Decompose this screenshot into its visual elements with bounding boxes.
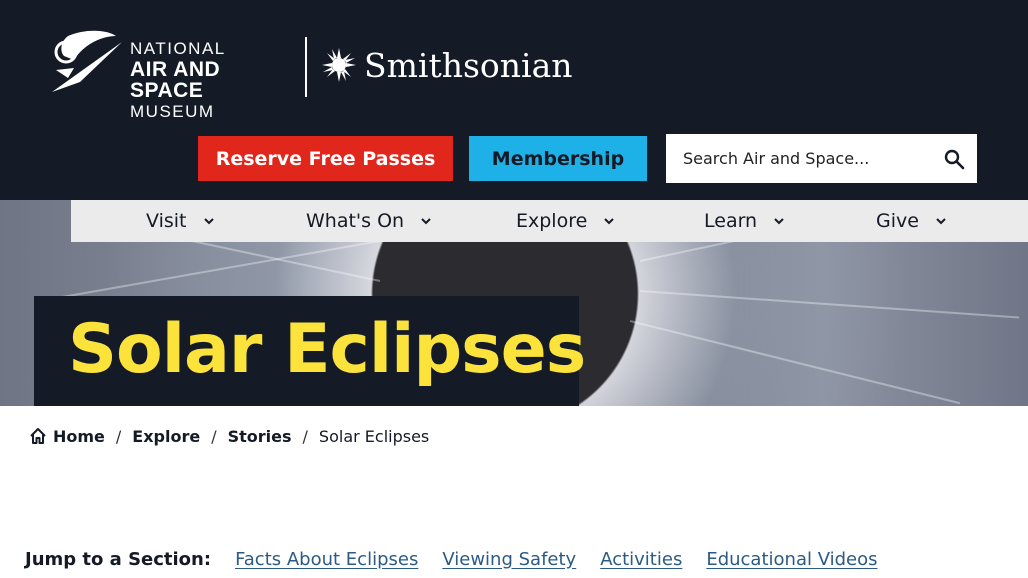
- breadcrumb: Home / Explore / Stories / Solar Eclipse…: [28, 424, 429, 448]
- nav-item-label: Learn: [704, 210, 758, 232]
- nav-item-give[interactable]: Give: [876, 200, 947, 242]
- nav-item-label: Explore: [516, 210, 588, 232]
- museum-logo-line3: MUSEUM: [130, 102, 215, 121]
- nav-item-label: Visit: [146, 210, 187, 232]
- nav-item-whats-on[interactable]: What's On: [306, 200, 432, 242]
- jump-link-educational-videos[interactable]: Educational Videos: [706, 549, 877, 570]
- jump-link-activities[interactable]: Activities: [600, 549, 682, 570]
- chevron-down-icon: [774, 218, 784, 225]
- jump-to-section: Jump to a Section: Facts About Eclipses …: [25, 546, 902, 572]
- breadcrumb-separator: /: [211, 426, 217, 446]
- nav-item-label: What's On: [306, 210, 405, 232]
- jump-label: Jump to a Section:: [25, 548, 212, 570]
- corona-streak: [629, 320, 961, 405]
- corona-streak: [639, 290, 1020, 319]
- breadcrumb-home[interactable]: Home: [53, 427, 105, 446]
- museum-wordmark: NATIONAL AIR AND SPACE MUSEUM: [130, 40, 290, 120]
- sunburst-icon: [322, 48, 356, 82]
- nav-item-label: Give: [876, 210, 919, 232]
- nav-item-learn[interactable]: Learn: [704, 200, 785, 242]
- breadcrumb-separator: /: [302, 426, 308, 446]
- main-nav: Visit What's On Explore Learn Give: [71, 200, 1028, 242]
- search-icon[interactable]: [942, 147, 966, 171]
- membership-button[interactable]: Membership: [469, 136, 647, 181]
- search-box: [666, 134, 977, 183]
- chevron-down-icon: [936, 218, 946, 225]
- page-title-box: Solar Eclipses: [34, 296, 586, 406]
- jump-link-viewing-safety[interactable]: Viewing Safety: [442, 549, 576, 570]
- nav-item-explore[interactable]: Explore: [516, 200, 615, 242]
- smithsonian-wordmark: Smithsonian: [364, 46, 573, 85]
- logo-divider: [305, 37, 307, 97]
- museum-logo-line1: NATIONAL: [130, 39, 226, 58]
- nav-item-visit[interactable]: Visit: [146, 200, 215, 242]
- chevron-down-icon: [203, 218, 214, 225]
- site-header: NATIONAL AIR AND SPACE MUSEUM Smithsonia…: [0, 0, 1028, 200]
- jump-link-facts[interactable]: Facts About Eclipses: [235, 549, 418, 570]
- breadcrumb-explore[interactable]: Explore: [132, 427, 200, 446]
- page-title: Solar Eclipses: [68, 310, 586, 389]
- chevron-down-icon: [421, 218, 431, 225]
- reserve-passes-button[interactable]: Reserve Free Passes: [198, 136, 453, 181]
- breadcrumb-separator: /: [115, 426, 122, 446]
- museum-logo[interactable]: NATIONAL AIR AND SPACE MUSEUM: [50, 30, 290, 120]
- chevron-down-icon: [604, 218, 615, 225]
- breadcrumb-current: Solar Eclipses: [318, 426, 430, 446]
- rocket-bird-icon: [52, 30, 122, 92]
- museum-logo-line2: AIR AND SPACE: [130, 58, 221, 102]
- search-input[interactable]: [667, 135, 935, 182]
- home-icon[interactable]: [28, 426, 48, 446]
- breadcrumb-stories[interactable]: Stories: [228, 427, 292, 446]
